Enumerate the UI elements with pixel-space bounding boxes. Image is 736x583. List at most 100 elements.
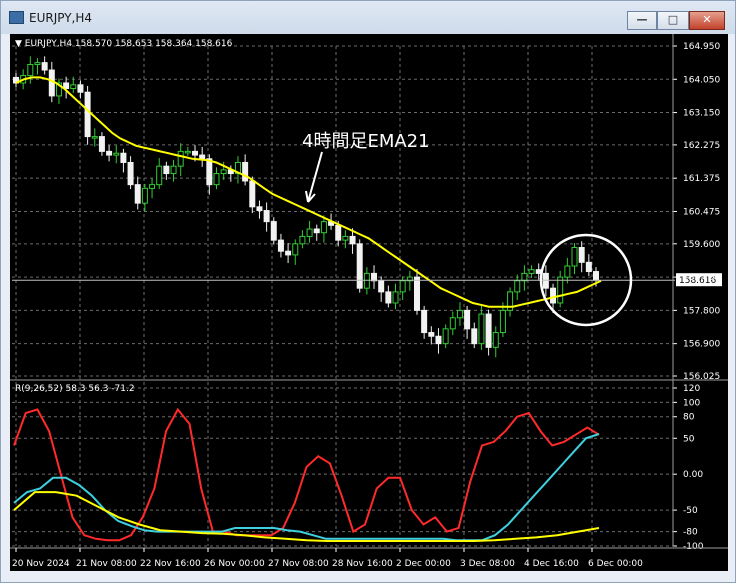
oscillator-axis-label: 80	[683, 413, 695, 423]
candle	[542, 272, 549, 289]
candle	[464, 309, 471, 330]
candle	[220, 169, 227, 175]
candle	[127, 161, 134, 186]
oscillator-axis-label: 0.00	[683, 470, 703, 480]
candle	[471, 328, 478, 345]
candle	[149, 184, 156, 189]
candle	[485, 313, 492, 348]
candle	[413, 276, 420, 311]
candle	[514, 280, 521, 293]
candle	[363, 272, 370, 289]
candle	[550, 287, 557, 304]
candle	[385, 291, 392, 304]
price-axis-label: 162.275	[683, 141, 720, 151]
candle	[492, 332, 499, 348]
chart-canvas[interactable]: 158.616 ▼ EURJPY,H4 158.570 158.653 158.…	[10, 34, 728, 571]
maximize-button[interactable]: □	[657, 11, 689, 30]
close-icon: ✕	[702, 13, 712, 26]
candle	[421, 309, 428, 334]
time-axis-label: 22 Nov 16:00	[140, 559, 201, 569]
price-axis-label: 164.050	[683, 75, 720, 85]
oscillator-axis-label: 100	[683, 398, 700, 408]
oscillator-axis-label: 50	[683, 434, 695, 444]
candle	[399, 280, 406, 293]
candle	[528, 269, 535, 274]
time-axis-label: 4 Dec 16:00	[524, 559, 579, 569]
price-axis-label: 160.475	[683, 207, 720, 217]
candle	[163, 165, 170, 175]
annotation-arrow	[305, 151, 323, 203]
candle	[184, 150, 191, 154]
candle	[249, 180, 256, 208]
candle	[349, 235, 356, 245]
candle	[156, 165, 163, 186]
candle	[478, 313, 485, 345]
maximize-icon: □	[667, 13, 679, 26]
candle	[371, 272, 378, 282]
candle	[456, 309, 463, 319]
price-axis-label: 158.700	[683, 273, 720, 283]
price-axis-label: 161.375	[683, 174, 720, 184]
candle	[277, 239, 284, 252]
time-axis-label: 21 Nov 08:00	[76, 559, 137, 569]
oscillator-lines	[13, 407, 600, 542]
time-axis-label: 2 Dec 00:00	[396, 559, 451, 569]
oscillator-series	[13, 433, 600, 542]
candle	[571, 247, 578, 267]
candle	[242, 161, 249, 182]
candle	[141, 187, 148, 204]
candle	[435, 335, 442, 345]
candle	[292, 243, 299, 256]
time-axis-label: 27 Nov 08:00	[268, 559, 329, 569]
candle	[41, 62, 48, 71]
candle	[256, 206, 263, 212]
candle	[120, 152, 127, 163]
candle	[98, 136, 105, 152]
time-axis-label: 26 Nov 00:00	[204, 559, 265, 569]
price-axis-label: 157.800	[683, 306, 720, 316]
time-axis-label: 3 Dec 08:00	[460, 559, 515, 569]
candle	[285, 250, 292, 256]
candle	[199, 154, 206, 160]
candle	[306, 228, 313, 237]
ema-annotation: 4時間足EMA21	[302, 131, 430, 152]
candle	[270, 221, 277, 241]
oscillator-axis-label: -80	[683, 528, 698, 538]
grid	[12, 45, 673, 547]
candle	[84, 91, 91, 138]
oscillator-axis-label: 120	[683, 384, 700, 394]
price-axis-label: 156.025	[683, 372, 720, 382]
chart-window: EURJPY,H4 — □ ✕ 158.616 ▼ EURJPY,H4 158.…	[0, 0, 736, 583]
candle	[299, 235, 306, 245]
candle	[578, 247, 585, 263]
candle	[192, 150, 199, 156]
time-axis-label: 28 Nov 16:00	[332, 559, 393, 569]
minimize-button[interactable]: —	[627, 11, 657, 30]
candle	[499, 309, 506, 334]
candle	[263, 210, 270, 223]
candle	[313, 228, 320, 234]
candle	[177, 150, 184, 167]
candle	[113, 152, 120, 156]
title-bar[interactable]: EURJPY,H4 — □ ✕	[1, 1, 735, 34]
chart-info: ▼ EURJPY,H4 158.570 158.653 158.364 158.…	[15, 39, 233, 49]
candle	[77, 84, 84, 93]
candle	[442, 328, 449, 345]
price-axis-label: 159.600	[683, 240, 720, 250]
window-title: EURJPY,H4	[29, 11, 93, 25]
candle	[335, 224, 342, 241]
candle	[392, 291, 399, 304]
candle	[170, 165, 177, 175]
candle	[593, 271, 599, 281]
oscillator-label: R(9,26,52) 58.3 56.3 -71.2	[15, 384, 135, 394]
chart-area[interactable]: 158.616 ▼ EURJPY,H4 158.570 158.653 158.…	[10, 34, 728, 571]
candle	[213, 173, 220, 186]
ema21-line	[15, 76, 602, 308]
candle	[378, 280, 385, 293]
time-axis-label: 20 Nov 2024	[12, 559, 70, 569]
candle	[585, 261, 592, 273]
oscillator-axis-label: -50	[683, 506, 698, 516]
candle	[320, 221, 327, 234]
price-axis-label: 164.950	[683, 42, 720, 52]
close-button[interactable]: ✕	[689, 11, 725, 30]
